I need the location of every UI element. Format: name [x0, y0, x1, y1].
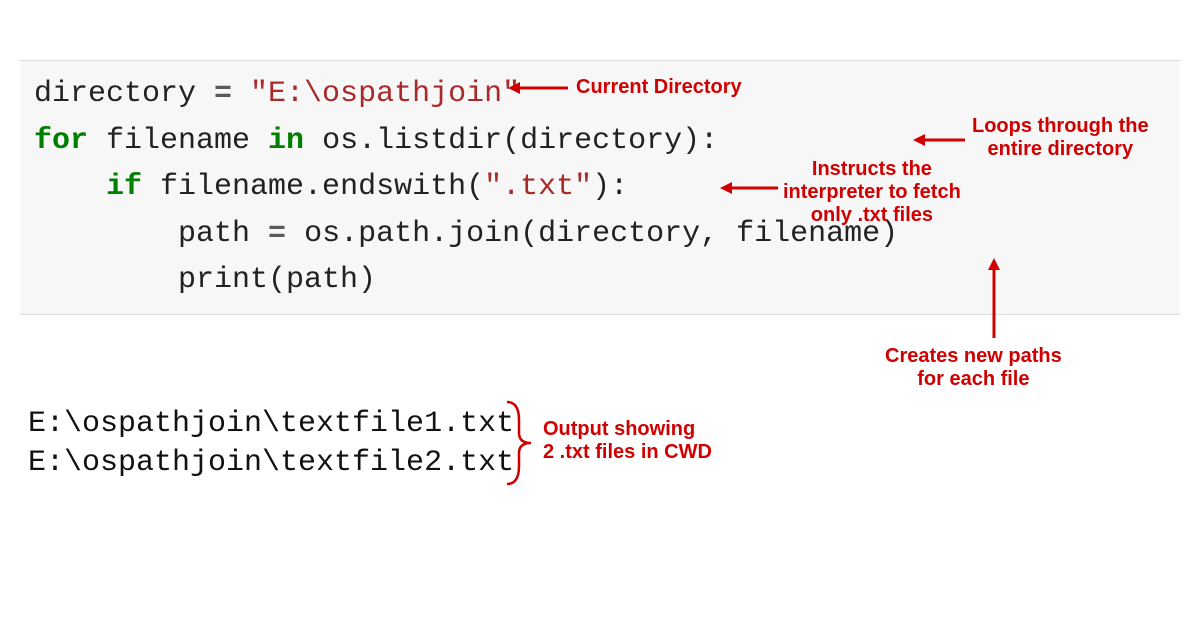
arrow-left-icon: [913, 130, 965, 150]
code-line-5: print(path): [34, 263, 376, 297]
output-line-2: E:\ospathjoin\textfile2.txt: [28, 446, 514, 480]
arrow-up-icon: [984, 258, 1004, 338]
code-line-4: path = os.path.join(directory, filename): [34, 217, 898, 251]
code-line-1: directory = "E:\ospathjoin": [34, 77, 520, 111]
annotation-current-directory: Current Directory: [576, 76, 742, 99]
code-line-2: for filename in os.listdir(directory):: [34, 124, 718, 158]
output-line-1: E:\ospathjoin\textfile1.txt: [28, 407, 514, 441]
arrow-left-icon: [508, 78, 568, 98]
curly-brace-icon: [505, 400, 535, 486]
annotation-loops-through: Loops through theentire directory: [972, 115, 1149, 161]
annotation-instructs: Instructs theinterpreter to fetchonly .t…: [783, 158, 961, 227]
annotation-creates-paths: Creates new pathsfor each file: [885, 345, 1062, 391]
code-line-3: if filename.endswith(".txt"):: [34, 170, 628, 204]
arrow-left-icon: [720, 178, 778, 198]
output-block: E:\ospathjoin\textfile1.txt E:\ospathjoi…: [28, 405, 514, 483]
annotation-output: Output showing2 .txt files in CWD: [543, 418, 712, 464]
